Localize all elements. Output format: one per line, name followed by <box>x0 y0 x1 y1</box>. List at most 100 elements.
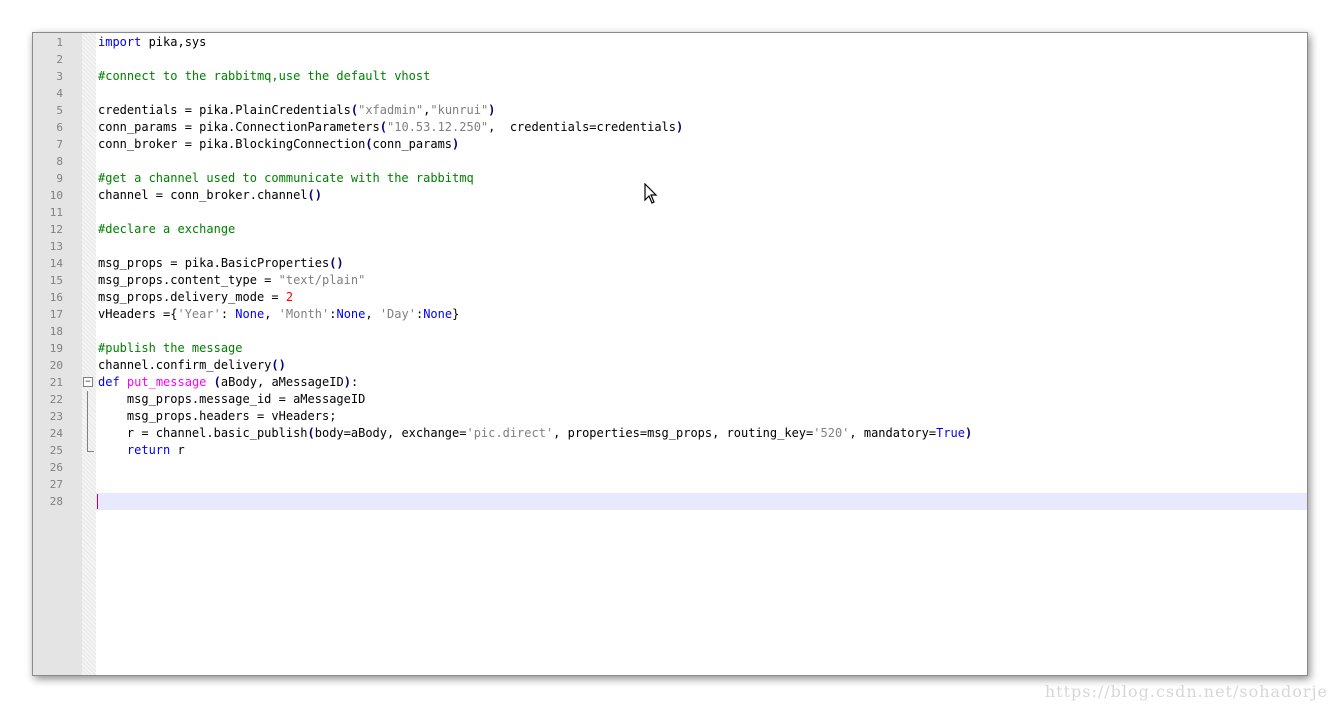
code-token: put_message <box>126 375 207 389</box>
code-line[interactable]: 22 msg_props.message_id = aMessageID <box>50 391 1307 408</box>
code-line[interactable]: 9 #get a channel used to communicate with… <box>56 170 1307 187</box>
code-token: 'Day' <box>379 307 416 321</box>
code-token: credentials = pika.PlainCredentials <box>98 103 351 117</box>
code-line[interactable]: 4 <box>56 85 1307 102</box>
code-line[interactable]: 8 <box>56 153 1307 170</box>
code-line[interactable]: 11 <box>50 204 1307 221</box>
line-number: 8 <box>56 155 63 168</box>
code-line[interactable]: 1 import pika,sys <box>56 34 1307 51</box>
code-token: } <box>452 307 460 321</box>
code-token: ( <box>307 426 315 440</box>
code-token: None <box>336 307 366 321</box>
line-number: 4 <box>56 87 63 100</box>
code-text: conn_params = pika.ConnectionParameters(… <box>98 119 683 136</box>
line-number: 14 <box>49 257 63 270</box>
code-token: msg_props = pika.BasicProperties <box>98 256 330 270</box>
code-token: ( <box>365 137 373 151</box>
code-token: #declare a exchange <box>98 222 236 236</box>
line-number: 28 <box>49 495 63 508</box>
code-text: channel.confirm_delivery() <box>98 357 286 374</box>
line-number: 26 <box>49 461 63 474</box>
code-line[interactable]: 26 <box>50 459 1307 476</box>
code-token: r <box>170 443 185 457</box>
code-text: vHeaders ={'Year': None, 'Month':None, '… <box>98 306 459 323</box>
code-token: conn_broker = pika.BlockingConnection <box>98 137 366 151</box>
code-text: r = channel.basic_publish(body=aBody, ex… <box>98 425 972 442</box>
code-text: msg_props.content_type = "text/plain" <box>98 272 365 289</box>
code-line[interactable]: 7 conn_broker = pika.BlockingConnection(c… <box>56 136 1307 153</box>
watermark: https://blog.csdn.net/sohadorje <box>1044 682 1328 701</box>
code-token: ) <box>676 120 684 134</box>
code-line[interactable]: 2 <box>56 51 1307 68</box>
code-token: None <box>235 307 265 321</box>
code-token: channel.confirm_delivery <box>98 358 272 372</box>
code-text: #declare a exchange <box>98 221 235 238</box>
code-token: "kunrui" <box>430 103 489 117</box>
code-token: msg_props.delivery_mode = <box>98 290 286 304</box>
code-token: import <box>98 35 142 49</box>
code-token: ) <box>343 375 351 389</box>
code-text: return r <box>98 442 185 459</box>
code-line[interactable]: 14 msg_props = pika.BasicProperties() <box>50 255 1307 272</box>
code-token: ) <box>452 137 460 151</box>
line-number: 23 <box>49 410 63 423</box>
line-number: 7 <box>56 138 63 151</box>
code-token: () <box>271 358 286 372</box>
line-number: 5 <box>56 104 63 117</box>
code-text: credentials = pika.PlainCredentials("xfa… <box>98 102 495 119</box>
fold-guide <box>87 391 88 408</box>
code-line[interactable]: 3 #connect to the rabbitmq,use the defaul… <box>56 68 1307 85</box>
code-text: msg_props.delivery_mode = 2 <box>98 289 293 306</box>
line-number: 9 <box>56 172 63 185</box>
fold-guide-end <box>87 442 94 452</box>
code-text: #publish the message <box>98 340 243 357</box>
minus-box-icon[interactable]: − <box>83 377 93 387</box>
code-line[interactable]: 10 channel = conn_broker.channel() <box>50 187 1307 204</box>
code-line[interactable]: 21 − def put_message (aBody, aMessageID): <box>50 374 1307 391</box>
code-line[interactable]: 16 msg_props.delivery_mode = 2 <box>50 289 1307 306</box>
code-token: , properties=msg_props, routing_key= <box>553 426 814 440</box>
code-token: return <box>126 443 171 457</box>
code-line[interactable]: 6 conn_params = pika.ConnectionParameters… <box>56 119 1307 136</box>
code-token: "text/plain" <box>278 273 366 287</box>
line-number: 27 <box>49 478 63 491</box>
code-token: , credentials=credentials <box>488 120 676 134</box>
code-line[interactable]: 15 msg_props.content_type = "text/plain" <box>50 272 1307 289</box>
code-token: ( <box>379 120 387 134</box>
line-number: 6 <box>56 121 63 134</box>
code-token: () <box>329 256 344 270</box>
code-text: import pika,sys <box>98 34 206 51</box>
code-token: def <box>98 375 120 389</box>
code-line[interactable]: 28 <box>50 493 1307 510</box>
code-area[interactable]: 1 import pika,sys 2 3 #connect to the rabbit… <box>50 34 1307 675</box>
code-token: , mandatory= <box>849 426 937 440</box>
code-token: body=aBody, exchange= <box>314 426 467 440</box>
code-line[interactable]: 20 channel.confirm_delivery() <box>50 357 1307 374</box>
code-token: , <box>365 307 380 321</box>
code-line[interactable]: 24 r = channel.basic_publish(body=aBody,… <box>50 425 1307 442</box>
code-line[interactable]: 19 #publish the message <box>50 340 1307 357</box>
line-number: 19 <box>49 342 63 355</box>
code-token: : <box>350 375 359 389</box>
code-line[interactable]: 17 vHeaders ={'Year': None, 'Month':None,… <box>50 306 1307 323</box>
line-number: 10 <box>49 189 63 202</box>
code-token: : <box>220 307 236 321</box>
code-line[interactable]: 25 return r <box>50 442 1307 459</box>
code-line[interactable]: 18 <box>50 323 1307 340</box>
code-line[interactable]: 13 <box>50 238 1307 255</box>
code-line[interactable]: 5 credentials = pika.PlainCredentials("xf… <box>56 102 1307 119</box>
fold-guide <box>87 425 88 442</box>
code-token: "xfadmin" <box>358 103 424 117</box>
code-token: #get a channel used to communicate with … <box>98 171 474 185</box>
line-number: 21 <box>49 376 63 389</box>
code-line[interactable]: 23 msg_props.headers = vHeaders; <box>50 408 1307 425</box>
fold-guide <box>87 408 88 425</box>
code-line[interactable]: 12 #declare a exchange <box>50 221 1307 238</box>
line-number: 11 <box>49 206 63 219</box>
code-text: #connect to the rabbitmq,use the default… <box>98 68 430 85</box>
line-number: 2 <box>56 53 63 66</box>
code-line[interactable]: 27 <box>50 476 1307 493</box>
code-token: , <box>264 307 279 321</box>
